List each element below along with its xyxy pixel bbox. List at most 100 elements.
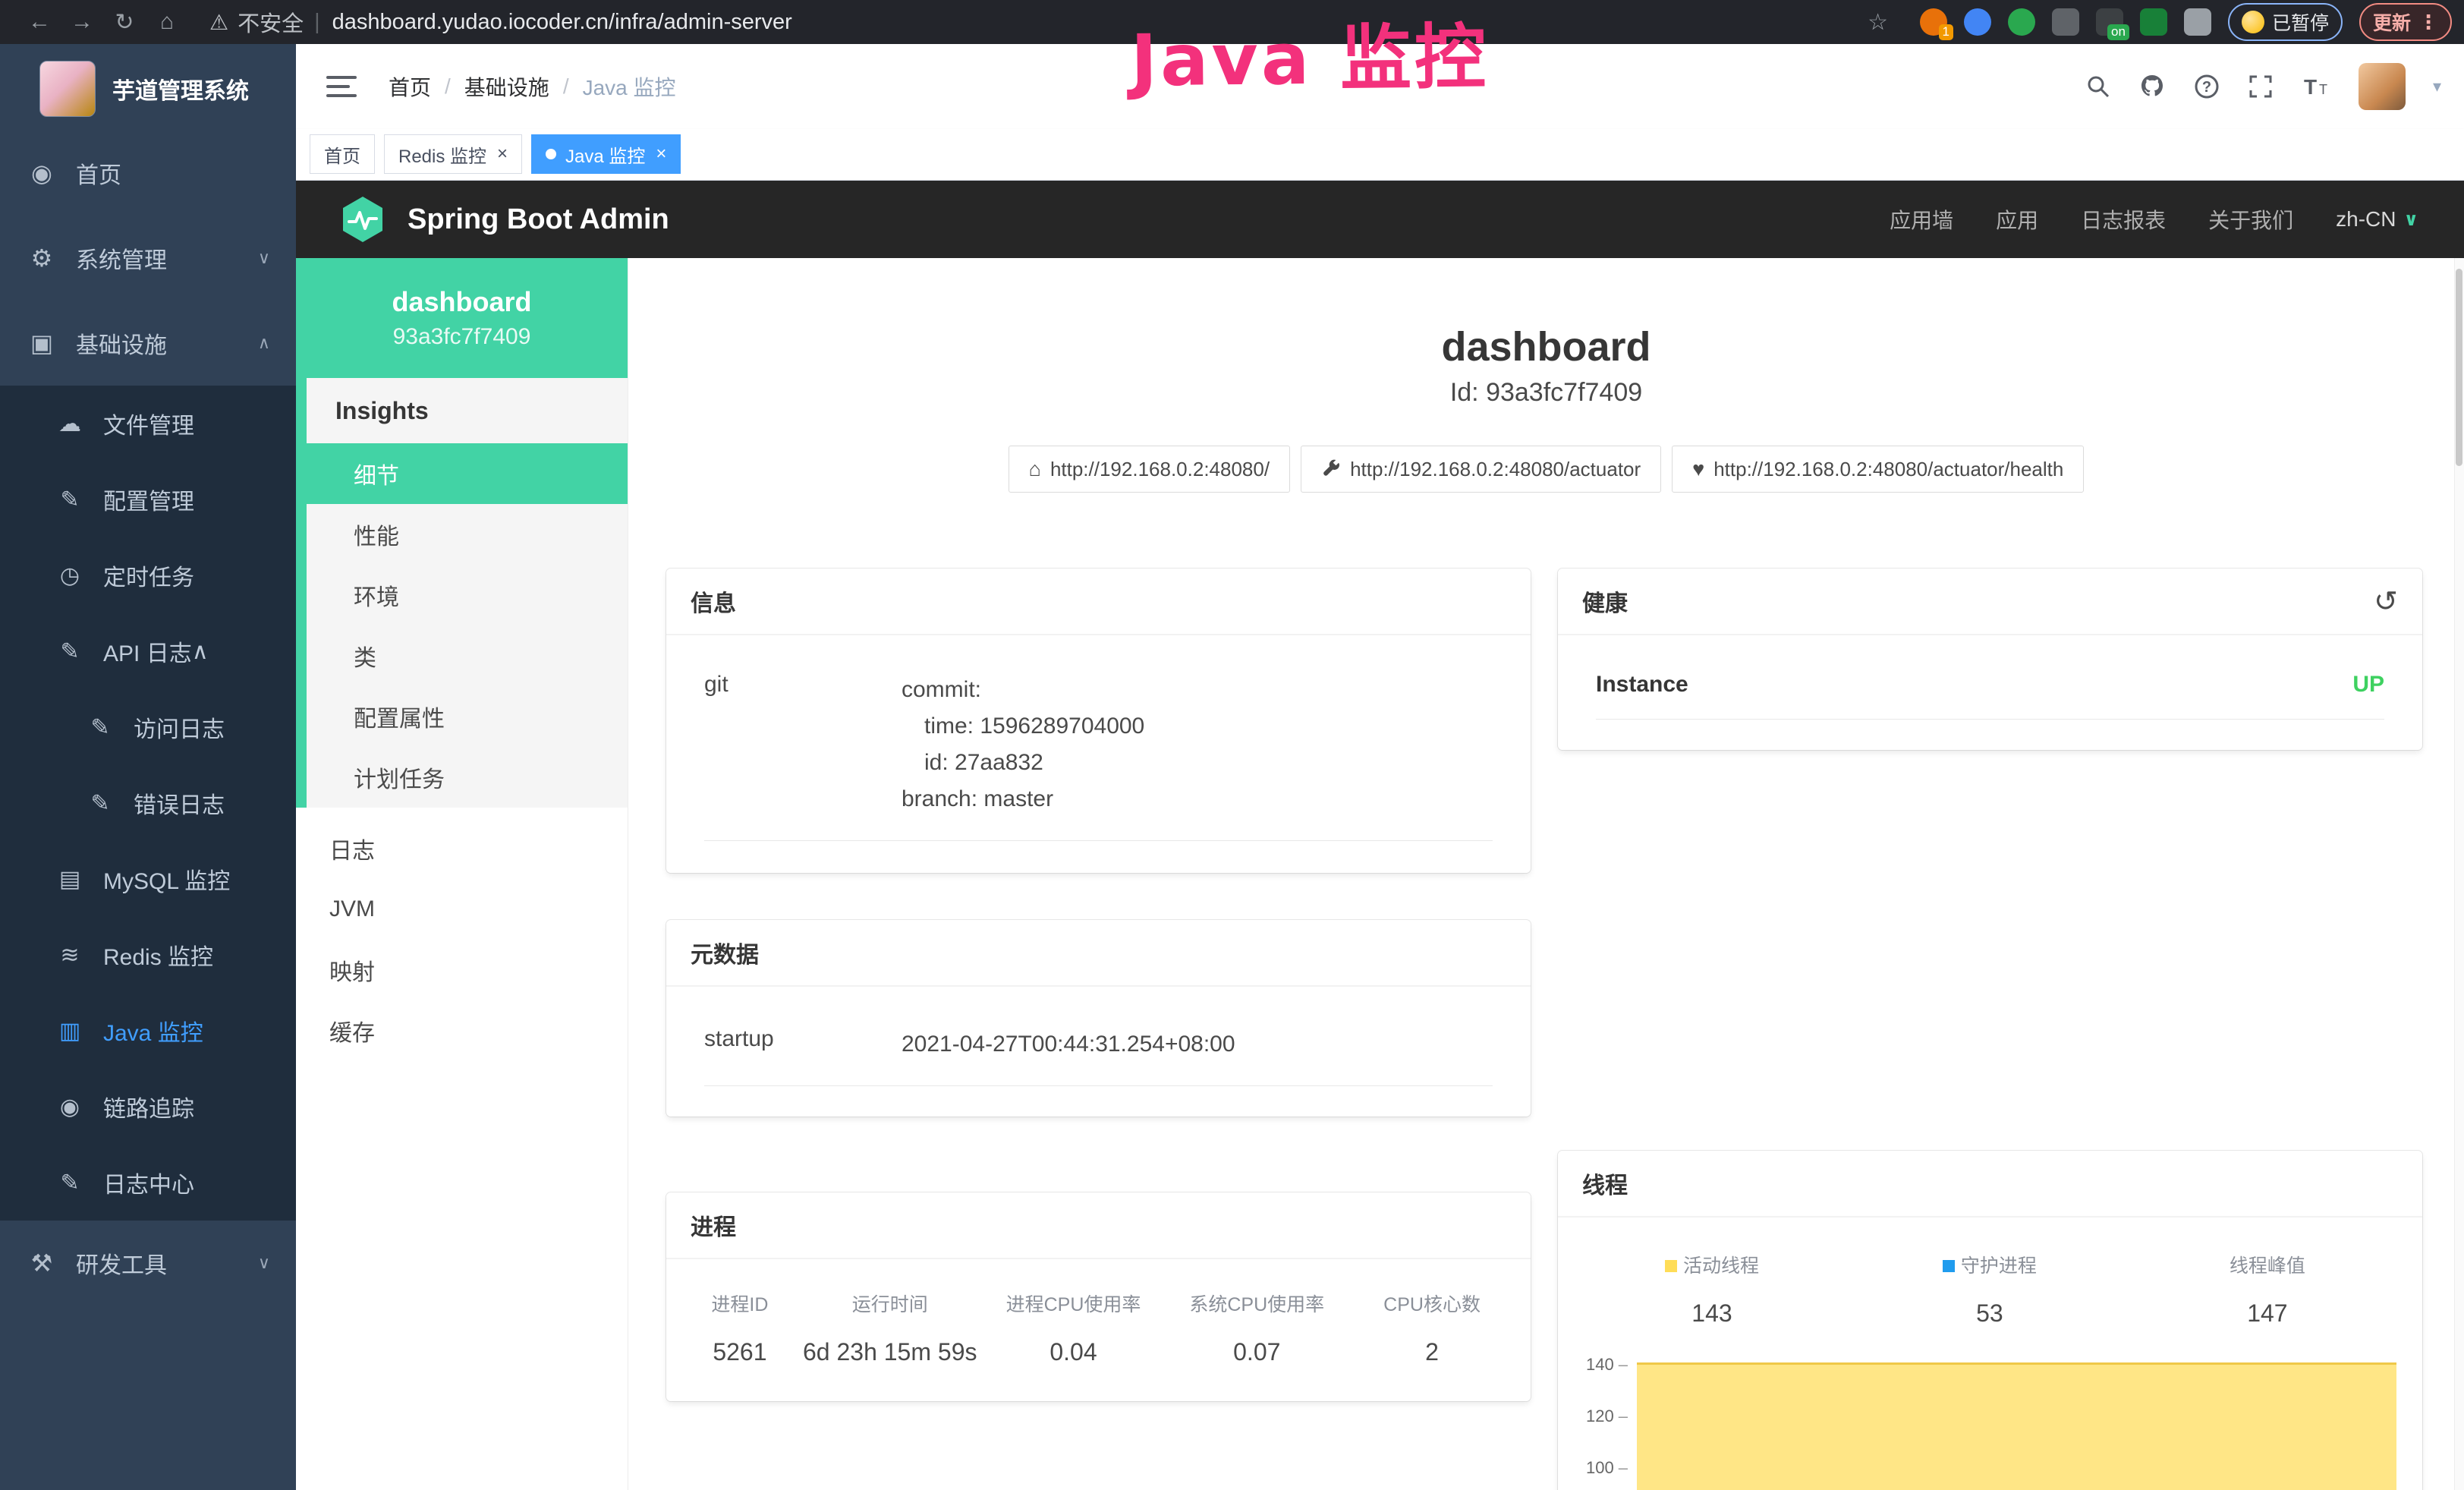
sba-menu-metrics[interactable]: 性能	[307, 504, 628, 565]
tag-home[interactable]: 首页	[310, 134, 375, 174]
github-icon[interactable]	[2138, 73, 2166, 100]
font-size-icon[interactable]: TT	[2301, 74, 2331, 99]
health-url: http://192.168.0.2:48080/actuator/health	[1713, 458, 2063, 481]
svg-text:T: T	[2319, 82, 2327, 97]
actuator-url-chip[interactable]: http://192.168.0.2:48080/actuator	[1301, 446, 1661, 493]
git-info-row: git commit: time: 1596289704000 id: 27aa…	[704, 672, 1493, 841]
sba-nav-journal[interactable]: 日志报表	[2081, 204, 2166, 235]
reload-icon[interactable]: ↻	[103, 9, 146, 36]
sidebar-item-config-manage[interactable]: ✎ 配置管理	[0, 461, 296, 537]
forward-icon[interactable]: →	[61, 9, 103, 35]
tag-redis-monitor[interactable]: Redis 监控 ×	[384, 134, 522, 174]
sba-nav-about[interactable]: 关于我们	[2208, 204, 2293, 235]
help-icon[interactable]: ?	[2193, 73, 2220, 100]
legend-blue-swatch	[1943, 1260, 1955, 1272]
browser-home-icon[interactable]: ⌂	[146, 9, 188, 35]
sba-locale-select[interactable]: zh-CN ∨	[2336, 207, 2418, 232]
process-card: 进程 进程ID 运行时间 进程CPU使用率 系统CPU使用率 CPU核心数	[666, 1192, 1531, 1401]
profile-paused-chip[interactable]: 已暂停	[2228, 3, 2343, 41]
git-branch: branch: master	[902, 781, 1493, 817]
sidebar-item-infra[interactable]: ▣ 基础设施 ∧	[0, 301, 296, 386]
y-tick: 140	[1586, 1355, 1614, 1374]
sidebar-item-trace[interactable]: ◉ 链路追踪	[0, 1069, 296, 1145]
address-bar[interactable]: ⚠ 不安全 | dashboard.yudao.iocoder.cn/infra…	[209, 6, 792, 38]
sba-instance-menu: dashboard 93a3fc7f7409 Insights 细节 性能 环境…	[296, 258, 628, 1490]
sba-menu-environment[interactable]: 环境	[307, 565, 628, 625]
extension-icon-pin[interactable]	[1964, 8, 1991, 36]
sba-menu-jvm[interactable]: JVM	[296, 879, 628, 940]
extension-icon-leaf[interactable]	[2140, 8, 2167, 36]
sidebar-item-devtools[interactable]: ⚒ 研发工具 ∨	[0, 1221, 296, 1306]
sidebar-item-scheduled-job[interactable]: ◷ 定时任务	[0, 537, 296, 613]
tag-java-monitor[interactable]: Java 监控 ×	[531, 134, 681, 174]
extensions-puzzle-icon[interactable]	[2184, 8, 2211, 36]
extension-icon-dark[interactable]: on	[2096, 8, 2123, 36]
col-system-cpu: 系统CPU使用率	[1165, 1290, 1348, 1317]
sidebar-item-java-monitor[interactable]: ▥ Java 监控	[0, 993, 296, 1069]
sidebar-item-file-manage[interactable]: ☁ 文件管理	[0, 386, 296, 461]
sidebar-item-access-log[interactable]: ✎ 访问日志	[0, 689, 296, 765]
sba-menu-classes[interactable]: 类	[307, 625, 628, 686]
browser-menu-icon[interactable]: ⋮	[2418, 11, 2438, 34]
paused-label: 已暂停	[2272, 8, 2329, 36]
threads-legend-row: 活动线程 守护进程 线程峰值	[1573, 1251, 2407, 1278]
log-icon: ✎	[53, 1170, 87, 1196]
bookmark-star-icon[interactable]: ☆	[1868, 9, 1888, 36]
sba-menu-logfile[interactable]: 日志	[296, 818, 628, 879]
scrollbar-thumb[interactable]	[2456, 269, 2462, 466]
breadcrumb-current: Java 监控	[583, 71, 676, 102]
sidebar-item-label: 基础设施	[76, 326, 167, 360]
info-key: git	[704, 672, 902, 817]
sidebar-toggle-icon[interactable]	[326, 76, 357, 97]
sba-instance-header[interactable]: dashboard 93a3fc7f7409	[296, 258, 628, 378]
sidebar-item-label: 链路追踪	[103, 1090, 194, 1123]
service-url-chip[interactable]: ⌂ http://192.168.0.2:48080/	[1009, 446, 1290, 493]
close-icon[interactable]: ×	[497, 143, 508, 165]
sidebar-item-mysql-monitor[interactable]: ▤ MySQL 监控	[0, 841, 296, 917]
gear-icon: ⚙	[24, 244, 59, 272]
sba-menu-caches[interactable]: 缓存	[296, 1000, 628, 1061]
y-tick: 120	[1586, 1407, 1614, 1425]
close-icon[interactable]: ×	[656, 143, 666, 165]
sba-menu-mappings[interactable]: 映射	[296, 940, 628, 1000]
search-icon[interactable]	[2085, 74, 2111, 99]
metadata-key: startup	[704, 1026, 902, 1063]
sidebar-item-label: 系统管理	[76, 241, 167, 275]
chrome-update-button[interactable]: 更新 ⋮	[2359, 3, 2452, 41]
sba-menu-configprops[interactable]: 配置属性	[307, 686, 628, 747]
sidebar-item-api-log[interactable]: ✎ API 日志 ∧	[0, 613, 296, 689]
sba-nav-applications[interactable]: 应用	[1996, 204, 2038, 235]
app-logo-row[interactable]: 芋道管理系统	[0, 44, 296, 131]
sidebar-item-system[interactable]: ⚙ 系统管理 ∨	[0, 216, 296, 301]
col-process-cpu: 进程CPU使用率	[982, 1290, 1166, 1317]
breadcrumb-home[interactable]: 首页	[389, 71, 431, 102]
fullscreen-icon[interactable]	[2248, 74, 2274, 99]
user-avatar[interactable]	[2359, 63, 2406, 110]
sidebar-item-home[interactable]: ◉ 首页	[0, 131, 296, 216]
metadata-card-title: 元数据	[666, 920, 1531, 987]
sba-menu-details[interactable]: 细节	[307, 443, 628, 504]
sidebar-item-log-center[interactable]: ✎ 日志中心	[0, 1145, 296, 1221]
content-scrollbar[interactable]	[2454, 258, 2464, 1490]
sba-header: Spring Boot Admin 应用墙 应用 日志报表 关于我们 zh-CN…	[296, 181, 2464, 258]
app-title: 芋道管理系统	[112, 72, 249, 106]
extension-icon-orange[interactable]: 1	[1920, 8, 1947, 36]
sba-menu-scheduled-tasks[interactable]: 计划任务	[307, 747, 628, 808]
back-icon[interactable]: ←	[18, 9, 61, 35]
sba-brand[interactable]: Spring Boot Admin	[338, 194, 669, 244]
legend-label: 线程峰值	[2230, 1255, 2305, 1277]
active-threads-area-series	[1637, 1362, 2396, 1490]
sidebar-item-redis-monitor[interactable]: ≋ Redis 监控	[0, 917, 296, 993]
extension-icon-green[interactable]	[2008, 8, 2035, 36]
extension-icon-grid[interactable]	[2052, 8, 2079, 36]
breadcrumb-infra[interactable]: 基础设施	[464, 71, 549, 102]
active-threads-value: 143	[1573, 1299, 1851, 1328]
sidebar-item-label: 定时任务	[103, 559, 194, 592]
health-url-chip[interactable]: ♥ http://192.168.0.2:48080/actuator/heal…	[1672, 446, 2084, 493]
history-icon[interactable]: ↺	[2374, 584, 2398, 619]
sba-nav-wall[interactable]: 应用墙	[1890, 204, 1953, 235]
col-pid: 进程ID	[681, 1290, 798, 1317]
caret-down-icon[interactable]: ▾	[2433, 77, 2441, 96]
health-instance-row[interactable]: Instance UP	[1596, 672, 2384, 720]
sidebar-item-error-log[interactable]: ✎ 错误日志	[0, 765, 296, 841]
